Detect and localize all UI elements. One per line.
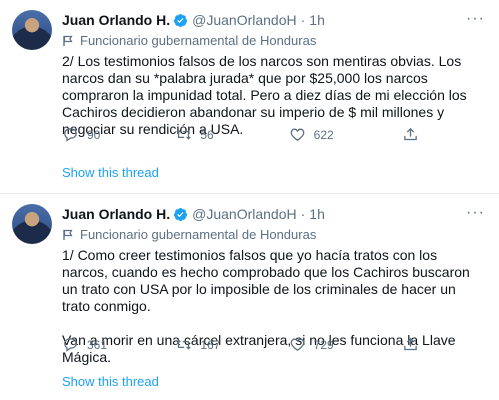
like-icon bbox=[290, 338, 304, 351]
separator-dot: · bbox=[300, 12, 306, 28]
tweet-paragraph: 1/ Como creer testimonios falsos que yo … bbox=[62, 247, 470, 314]
like-icon bbox=[290, 128, 304, 141]
author-handle[interactable]: @JuanOrlandoH bbox=[192, 206, 297, 222]
government-label-text: Funcionario gubernamental de Honduras bbox=[80, 33, 317, 48]
retweet-button[interactable]: 56 bbox=[175, 126, 235, 143]
government-label-text: Funcionario gubernamental de Honduras bbox=[80, 227, 317, 242]
reply-button[interactable]: 361 bbox=[62, 336, 122, 353]
verified-badge-icon bbox=[174, 207, 188, 221]
timestamp[interactable]: 1h bbox=[309, 12, 325, 28]
share-icon bbox=[404, 127, 417, 141]
government-label: Funcionario gubernamental de Honduras bbox=[62, 33, 316, 48]
tweet-2[interactable]: Juan Orlando H. @JuanOrlandoH · 1h ··· F… bbox=[0, 194, 499, 400]
avatar[interactable] bbox=[12, 204, 52, 244]
government-flag-icon bbox=[63, 35, 73, 46]
tweet-1[interactable]: Juan Orlando H. @JuanOrlandoH · 1h ··· F… bbox=[0, 0, 499, 194]
tweet-header: Juan Orlando H. @JuanOrlandoH · 1h bbox=[62, 206, 325, 222]
retweet-button[interactable]: 167 bbox=[175, 336, 235, 353]
reply-icon bbox=[64, 128, 77, 142]
share-icon bbox=[404, 337, 417, 351]
show-thread-link[interactable]: Show this thread bbox=[62, 165, 159, 180]
author-name[interactable]: Juan Orlando H. bbox=[62, 12, 170, 28]
share-button[interactable] bbox=[402, 336, 422, 353]
reply-button[interactable]: 90 bbox=[62, 126, 122, 143]
like-button[interactable]: 729 bbox=[289, 336, 349, 353]
more-icon[interactable]: ··· bbox=[466, 10, 485, 28]
reply-icon bbox=[64, 338, 77, 352]
author-name[interactable]: Juan Orlando H. bbox=[62, 206, 170, 222]
show-thread-link[interactable]: Show this thread bbox=[62, 374, 159, 389]
separator-dot: · bbox=[300, 206, 306, 222]
government-label: Funcionario gubernamental de Honduras bbox=[62, 227, 316, 242]
retweet-count: 167 bbox=[200, 337, 221, 352]
reply-count: 361 bbox=[87, 337, 108, 352]
like-count: 729 bbox=[313, 337, 334, 352]
verified-badge-icon bbox=[174, 13, 188, 27]
timestamp[interactable]: 1h bbox=[309, 206, 325, 222]
tweet-header: Juan Orlando H. @JuanOrlandoH · 1h bbox=[62, 12, 325, 28]
like-count: 622 bbox=[313, 127, 334, 142]
retweet-icon bbox=[176, 129, 192, 140]
tweet-actions: 90 56 622 bbox=[62, 126, 422, 143]
share-button[interactable] bbox=[402, 126, 422, 143]
avatar[interactable] bbox=[12, 10, 52, 50]
tweet-actions: 361 167 729 bbox=[62, 336, 422, 353]
retweet-count: 56 bbox=[200, 127, 214, 142]
more-icon[interactable]: ··· bbox=[466, 204, 485, 222]
like-button[interactable]: 622 bbox=[289, 126, 349, 143]
author-handle[interactable]: @JuanOrlandoH bbox=[192, 12, 297, 28]
government-flag-icon bbox=[63, 229, 73, 240]
reply-count: 90 bbox=[87, 127, 101, 142]
retweet-icon bbox=[176, 339, 192, 350]
